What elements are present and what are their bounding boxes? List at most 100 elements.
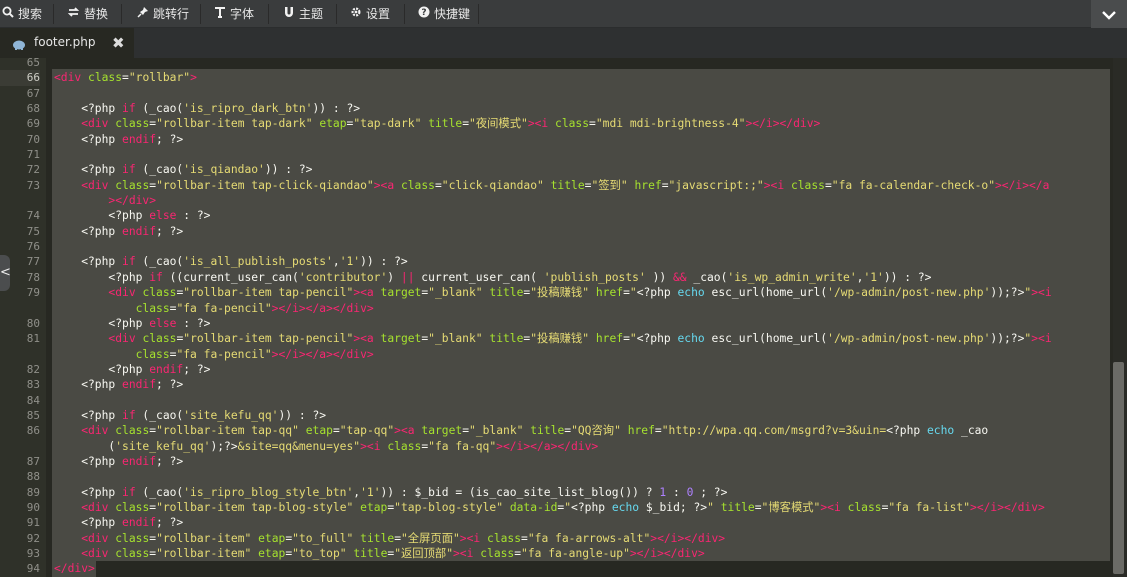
line-number: 73: [26, 178, 40, 192]
replace-label: 替换: [84, 7, 109, 21]
editor-toolbar: 搜索 替换 跳转行 字体 主题 设置 ? 快捷键: [0, 0, 1127, 28]
line-number: 92: [26, 531, 40, 545]
settings-label: 设置: [366, 7, 391, 21]
line-number: 90: [26, 500, 40, 514]
code-area[interactable]: <div class="rollbar"> <?php if (_cao('is…: [54, 58, 1110, 577]
php-elephant-icon: [12, 36, 26, 50]
chevron-left-icon[interactable]: <: [0, 255, 11, 291]
code-line-73: <div class="rollbar-item tap-click-qiand…: [81, 178, 1050, 192]
code-line-72: <?php if (_cao('is_qiandao')) : ?>: [54, 163, 313, 177]
pin-icon: [137, 0, 149, 28]
code-line-94: </div>: [54, 562, 95, 576]
close-icon[interactable]: ✖: [112, 34, 125, 52]
search-button[interactable]: 搜索: [2, 0, 42, 28]
line-number: [0, 301, 40, 316]
shortcuts-button[interactable]: ? 快捷键: [418, 0, 470, 28]
code-line-85: <?php if (_cao('site_kefu_qq')) : ?>: [54, 408, 327, 422]
line-number: 65: [26, 58, 40, 69]
code-line-91: <?php endif; ?>: [54, 516, 184, 530]
code-line-68: <?php if (_cao('is_ripro_dark_btn')) : ?…: [54, 102, 361, 116]
line-number: [0, 193, 40, 208]
code-line-86-wrap: ('site_kefu_qq');?>&site=qq&menu=yes"><i…: [54, 439, 599, 453]
replace-button[interactable]: 替换: [67, 0, 108, 28]
tab-footer-php[interactable]: footer.php ✖: [0, 28, 134, 58]
code-line-73-wrap: ></div>: [108, 194, 157, 208]
collapse-toolbar-button[interactable]: [1091, 0, 1127, 28]
search-label: 搜索: [18, 7, 43, 21]
line-number: 76: [26, 240, 40, 254]
line-number: 84: [26, 393, 40, 407]
line-number: 68: [26, 102, 40, 116]
code-line-81: <div class="rollbar-item tap-pencil"><a …: [108, 332, 1052, 346]
code-line-77: <?php if (_cao('is_all_publish_posts','1…: [54, 255, 408, 269]
replace-icon: [67, 0, 80, 28]
code-line-89: <?php if (_cao('is_ripro_blog_style_btn'…: [54, 485, 728, 499]
code-editor[interactable]: 65 66 67 68 69 70 71 72 73 74 75 76 77 78 79 80 81 82 83 84…: [0, 58, 1127, 577]
vertical-scrollbar-thumb[interactable]: [1113, 362, 1124, 574]
code-line-79-wrap: class="fa fa-pencil"></i></a></div>: [135, 301, 374, 315]
code-line-92: <div class="rollbar-item" etap="to_full"…: [81, 531, 726, 545]
code-line-83: <?php endif; ?>: [54, 378, 184, 392]
code-line-79: <div class="rollbar-item tap-pencil"><a …: [108, 286, 1052, 300]
line-number: 74: [26, 209, 40, 223]
chevron-down-icon: [1102, 5, 1116, 24]
goto-line-label: 跳转行: [153, 7, 190, 21]
code-line-86: <div class="rollbar-item tap-qq" etap="t…: [81, 424, 989, 438]
line-number: 81: [26, 332, 40, 346]
font-label: 字体: [230, 7, 255, 21]
code-line-93: <div class="rollbar-item" etap="to_top" …: [81, 547, 705, 560]
line-number: 82: [26, 362, 40, 376]
theme-label: 主题: [299, 7, 324, 21]
help-icon: ?: [418, 0, 430, 28]
line-number: 94: [26, 562, 40, 576]
code-line-82: <?php endif; ?>: [54, 362, 211, 376]
line-number: 89: [26, 485, 40, 499]
shortcuts-label: 快捷键: [434, 7, 471, 21]
line-number: 88: [26, 470, 40, 484]
theme-button[interactable]: 主题: [283, 0, 323, 28]
line-number: 71: [26, 148, 40, 162]
search-icon: [2, 0, 14, 28]
font-button[interactable]: 字体: [214, 0, 254, 28]
line-number-gutter: 65 66 67 68 69 70 71 72 73 74 75 76 77 78 79 80 81 82 83 84…: [0, 58, 46, 577]
code-line-78: <?php if ((current_user_can('contributor…: [54, 270, 932, 284]
line-number: [0, 347, 40, 362]
tab-filename: footer.php: [34, 35, 96, 49]
code-line-90: <div class="rollbar-item tap-blog-style"…: [81, 500, 1045, 514]
code-line-81-wrap: class="fa fa-pencil"></i></a></div>: [135, 347, 374, 361]
line-number: 72: [26, 163, 40, 177]
goto-line-button[interactable]: 跳转行: [137, 0, 189, 28]
code-line-75: <?php endif; ?>: [54, 224, 184, 238]
code-line-87: <?php endif; ?>: [54, 454, 184, 468]
code-line-70: <?php endif; ?>: [54, 132, 184, 146]
line-number: 93: [26, 547, 40, 560]
code-line-69: <div class="rollbar-item tap-dark" etap=…: [81, 117, 821, 131]
code-line-80: <?php else : ?>: [54, 316, 211, 330]
line-number: 75: [26, 224, 40, 238]
line-number: 69: [26, 117, 40, 131]
line-number: 86: [26, 424, 40, 438]
gear-icon: [350, 0, 362, 28]
line-number: 87: [26, 454, 40, 468]
svg-text:?: ?: [421, 8, 426, 18]
line-number: 83: [26, 378, 40, 392]
code-line-66: <div class="rollbar">: [54, 71, 197, 85]
line-number: 67: [26, 86, 40, 100]
line-number: 80: [26, 316, 40, 330]
magnet-icon: [283, 0, 295, 28]
settings-button[interactable]: 设置: [350, 0, 390, 28]
line-number: 85: [26, 408, 40, 422]
line-number: [0, 439, 40, 454]
font-icon: [214, 0, 226, 28]
line-number: 70: [26, 132, 40, 146]
line-number: 66: [0, 70, 40, 86]
code-line-74: <?php else : ?>: [54, 209, 211, 223]
line-number: 91: [26, 516, 40, 530]
tab-bar: footer.php ✖: [0, 28, 1127, 58]
